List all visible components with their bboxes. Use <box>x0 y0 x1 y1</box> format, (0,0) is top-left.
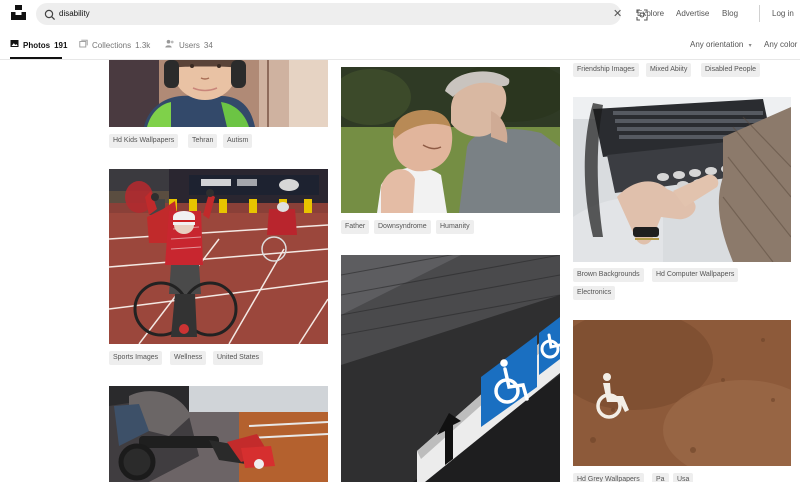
color-filter[interactable]: Any color <box>764 39 797 51</box>
photo-tag[interactable]: Wellness <box>170 351 207 365</box>
photo-card[interactable] <box>573 320 791 466</box>
photo-card[interactable] <box>109 386 328 482</box>
header-divider <box>759 5 760 22</box>
photo-card[interactable] <box>341 255 560 482</box>
search-icon <box>44 8 56 21</box>
tab-users[interactable]: Users 34 <box>165 39 213 52</box>
tab-photos[interactable]: Photos 191 <box>10 39 67 52</box>
nav-advertise[interactable]: Advertise <box>676 8 709 20</box>
tab-users-label: Users <box>179 40 200 50</box>
collections-icon <box>79 39 88 52</box>
nav-login[interactable]: Log in <box>772 8 794 20</box>
photo-tag[interactable]: Humanity <box>436 220 474 234</box>
photo-tag[interactable]: Electronics <box>573 286 616 300</box>
photo-tag[interactable]: Father <box>341 220 370 234</box>
tab-collections-count: 1.3k <box>135 40 151 50</box>
photo-tag[interactable]: Autism <box>223 134 253 148</box>
active-tab-indicator <box>10 57 62 59</box>
photo-tag[interactable]: Mixed Abiity <box>646 63 692 77</box>
photo-icon <box>10 39 19 52</box>
photo-tag[interactable]: United States <box>213 351 264 365</box>
photo-tag[interactable]: Sports Images <box>109 351 163 365</box>
photo-tag[interactable]: Hd Grey Wallpapers <box>573 473 644 482</box>
search-input[interactable]: disability <box>59 7 90 21</box>
photo-card[interactable] <box>109 169 328 344</box>
photo-card[interactable] <box>341 67 560 213</box>
unsplash-logo-icon[interactable] <box>10 4 27 21</box>
chevron-down-icon: ▾ <box>748 43 752 49</box>
photo-tag[interactable]: Brown Backgrounds <box>573 268 644 282</box>
photo-tag[interactable]: Friendship Images <box>573 63 639 77</box>
nav-blog[interactable]: Blog <box>722 8 738 20</box>
orientation-filter[interactable]: Any orientation ▾ <box>690 39 752 52</box>
photo-tag[interactable]: Disabled People <box>701 63 760 77</box>
tab-photos-label: Photos <box>23 40 51 50</box>
photo-tag[interactable]: Downsyndrome <box>374 220 431 234</box>
photo-tag[interactable]: Usa <box>673 473 694 482</box>
photo-tag[interactable]: Hd Kids Wallpapers <box>109 134 179 148</box>
photo-tag[interactable]: Pa <box>652 473 669 482</box>
photo-card[interactable] <box>109 60 328 127</box>
tab-photos-count: 191 <box>54 40 68 50</box>
tab-users-count: 34 <box>203 40 213 50</box>
close-icon[interactable]: ✕ <box>613 7 627 21</box>
photo-tag[interactable]: Hd Computer Wallpapers <box>652 268 739 282</box>
photo-tag[interactable]: Tehran <box>188 134 218 148</box>
filter-tabs-bar: Photos 191 Collections 1.3k Users 34 Any… <box>0 28 800 60</box>
users-icon <box>165 39 175 52</box>
search-bar[interactable]: disability ✕ <box>36 3 648 25</box>
top-bar: disability ✕ Explore Advertise Blog Log … <box>0 0 800 28</box>
photo-card[interactable] <box>573 97 791 262</box>
nav-explore[interactable]: Explore <box>637 8 664 20</box>
tab-collections[interactable]: Collections 1.3k <box>79 39 150 52</box>
tab-collections-label: Collections <box>92 40 132 50</box>
orientation-filter-label: Any orientation <box>690 40 744 49</box>
color-filter-label: Any color <box>764 40 798 49</box>
